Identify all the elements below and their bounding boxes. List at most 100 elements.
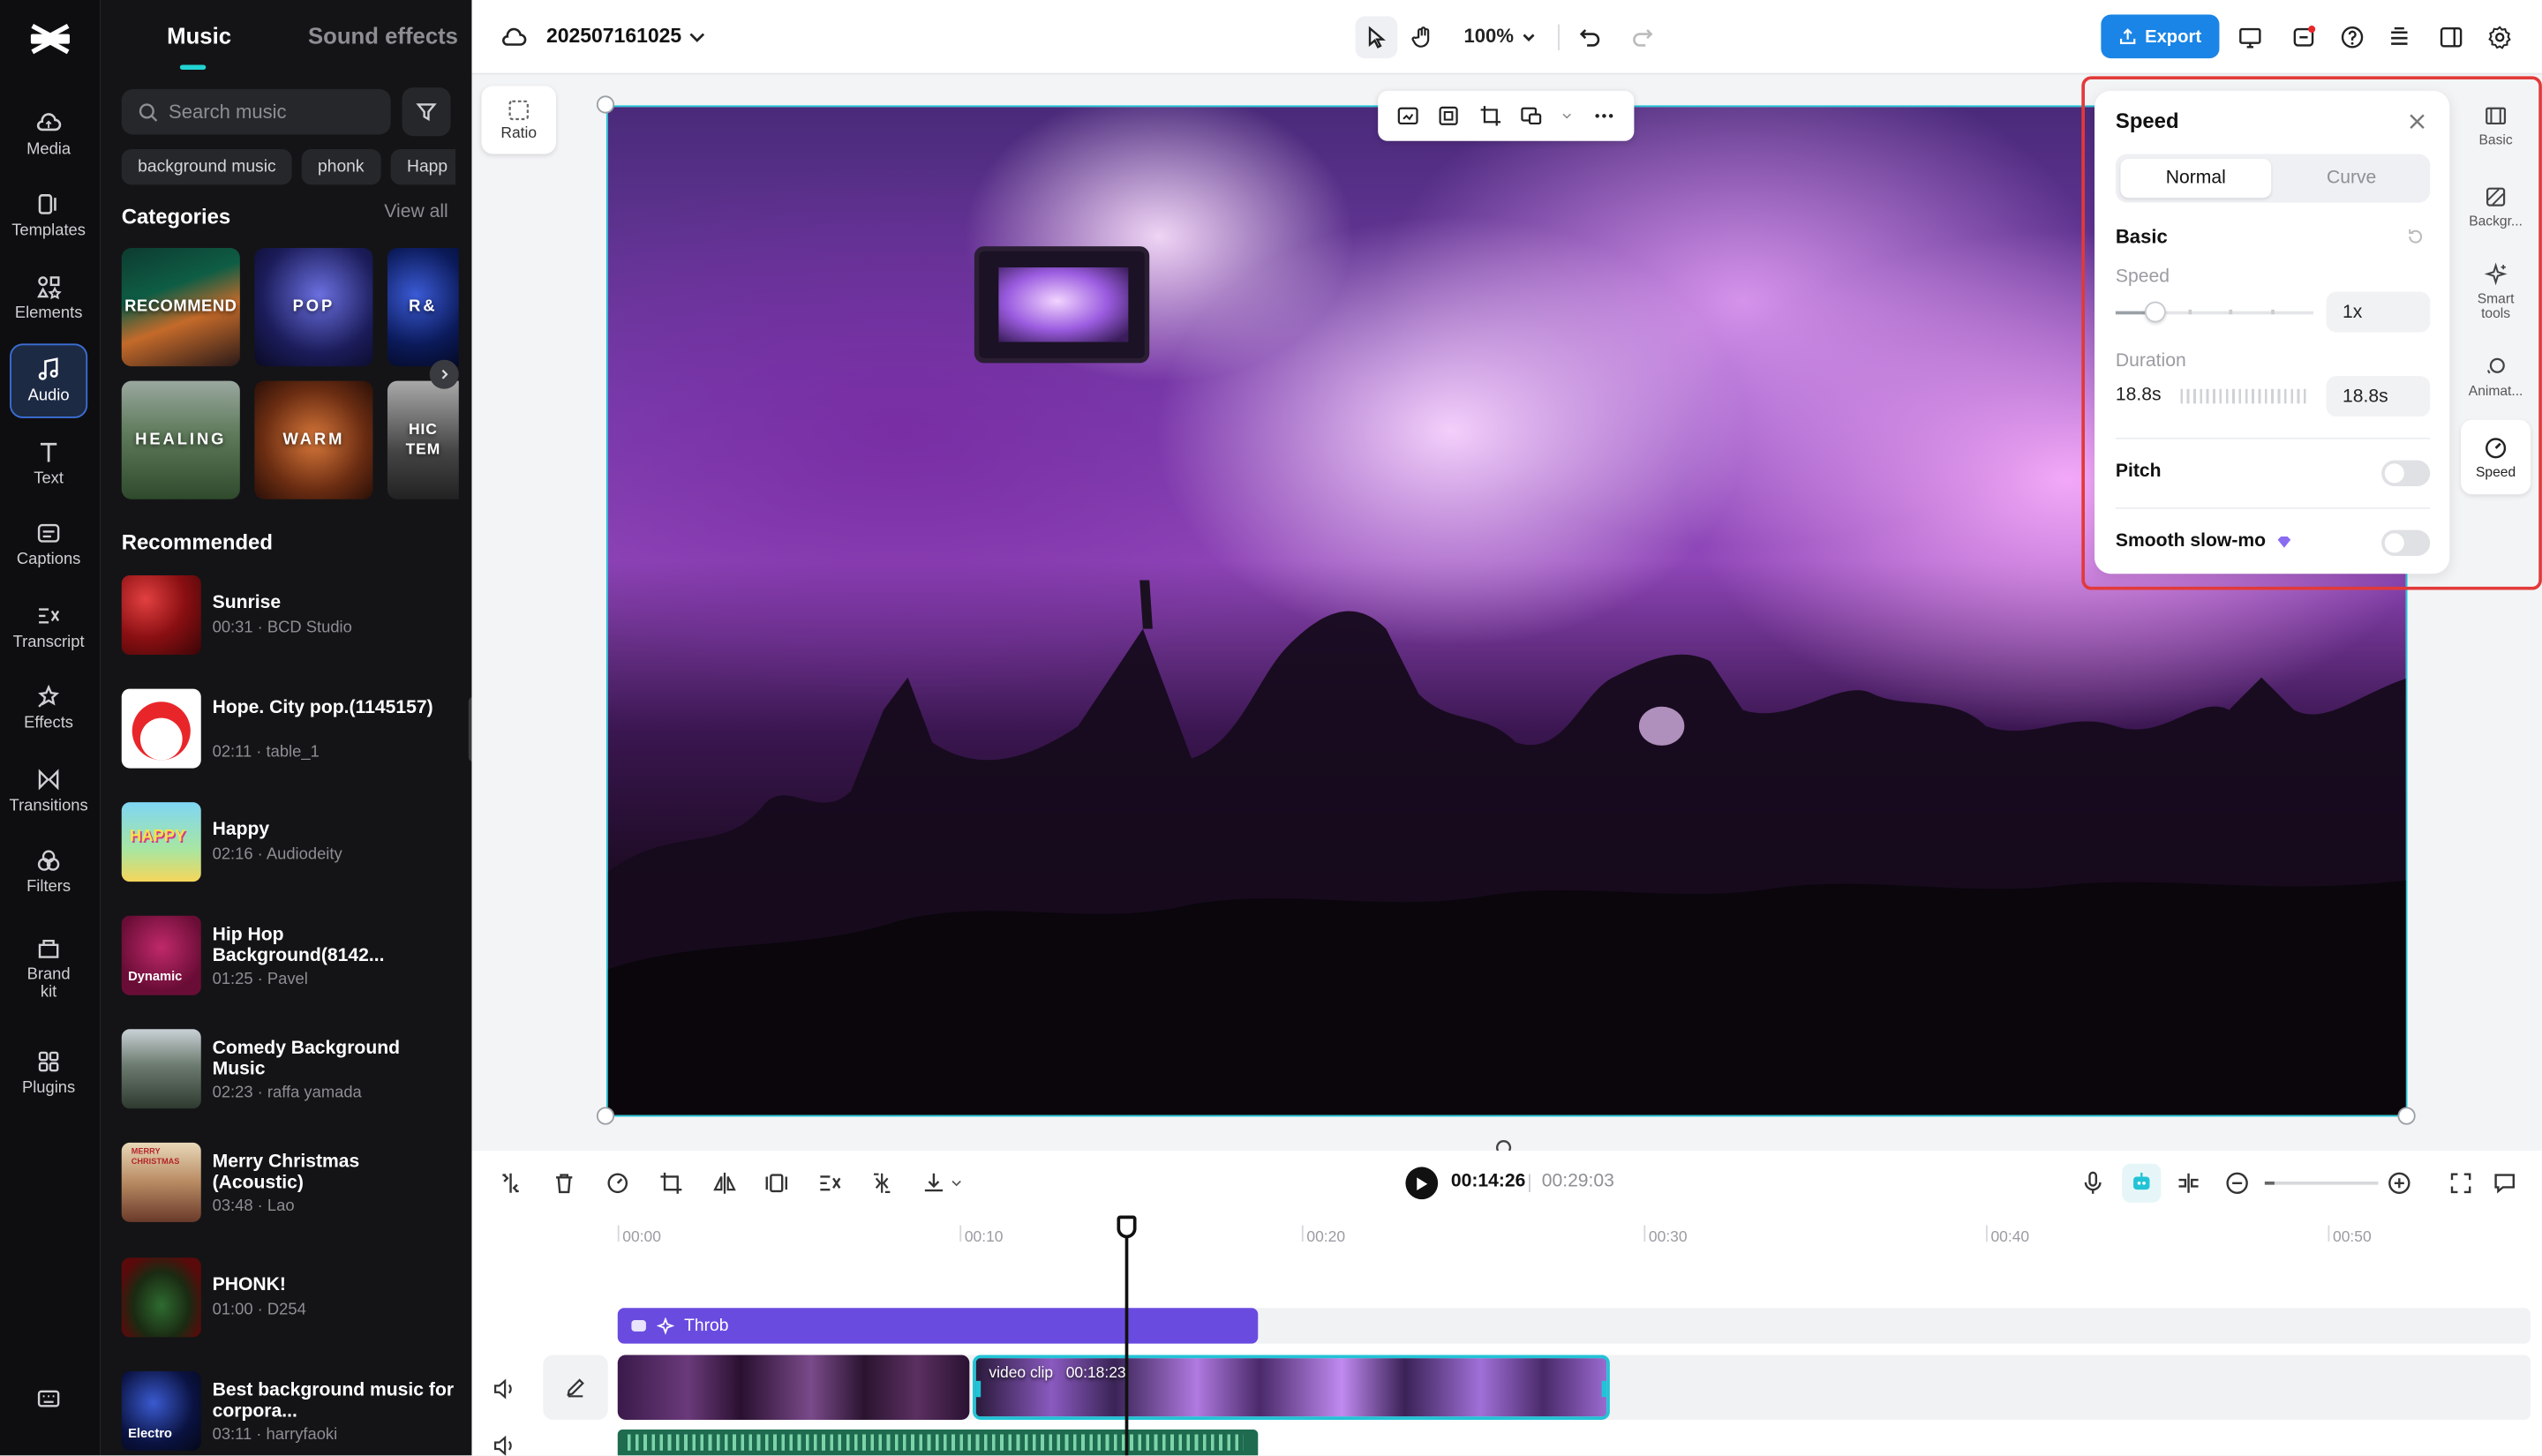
rail-item-plugins[interactable]: Plugins	[10, 1036, 87, 1110]
split-button[interactable]	[496, 1168, 525, 1197]
notifications-button[interactable]	[2288, 21, 2320, 54]
resize-handle-top-left[interactable]	[596, 95, 615, 114]
track-item[interactable]: HAPPY Happy 02:16 · Audiodeity	[121, 802, 463, 887]
hand-tool-button[interactable]	[1407, 21, 1440, 54]
fullscreen-button[interactable]	[2447, 1168, 2476, 1197]
track-volume-icon[interactable]	[492, 1376, 517, 1401]
slider-thumb[interactable]	[2144, 301, 2166, 323]
magnet-snap-button[interactable]	[2122, 1163, 2162, 1203]
tab-music[interactable]: Music	[167, 23, 231, 49]
chip-background-music[interactable]: background music	[121, 148, 293, 185]
zoom-in-button[interactable]	[2385, 1168, 2414, 1197]
microphone-button[interactable]	[2079, 1168, 2108, 1197]
rail-item-speed[interactable]: Speed	[2461, 419, 2531, 495]
resize-handle-bottom-right[interactable]	[2397, 1107, 2416, 1125]
zoom-level[interactable]: 100%	[1464, 25, 1514, 48]
category-high-tempo[interactable]: HIC TEM	[387, 380, 459, 499]
rail-item-animation[interactable]: Animat...	[2461, 339, 2531, 413]
more-icon[interactable]	[1591, 104, 1616, 129]
duration-value-input[interactable]: 18.8s	[2326, 376, 2431, 417]
rail-item-filters[interactable]: Filters	[10, 835, 87, 909]
filter-button[interactable]	[402, 87, 451, 137]
track-item[interactable]: Hope. City pop.(1145157) 02:11 · table_1	[121, 688, 463, 774]
zoom-chevron-icon[interactable]	[1513, 21, 1546, 54]
timeline-zoom-slider[interactable]	[2264, 1181, 2379, 1185]
rail-item-background[interactable]: Backgr...	[2461, 169, 2531, 243]
clip-trim-handle-left[interactable]	[975, 1380, 981, 1398]
tab-sound-effects[interactable]: Sound effects	[308, 23, 458, 49]
mode-normal[interactable]: Normal	[2120, 158, 2272, 199]
replace-icon[interactable]	[1396, 104, 1421, 129]
search-input[interactable]: Search music	[121, 89, 391, 135]
rail-item-effects[interactable]: Effects	[10, 671, 87, 745]
rail-item-transcript[interactable]: Transcript	[10, 590, 87, 664]
chip-happy[interactable]: Happ	[390, 148, 456, 185]
chip-phonk[interactable]: phonk	[301, 148, 380, 185]
redo-button[interactable]	[1626, 21, 1658, 54]
chevron-down-icon[interactable]	[1561, 104, 1576, 129]
crop-tool-button[interactable]	[657, 1168, 686, 1197]
export-button[interactable]: Export	[2101, 14, 2220, 59]
rail-item-elements[interactable]: Elements	[10, 261, 87, 335]
speed-slider[interactable]	[2115, 301, 2313, 325]
audio-track-volume-icon[interactable]	[492, 1433, 517, 1456]
download-chevron-icon[interactable]	[948, 1168, 964, 1197]
category-pop[interactable]: POP	[254, 248, 373, 367]
present-button[interactable]	[2234, 21, 2267, 54]
zoom-out-button[interactable]	[2222, 1168, 2252, 1197]
reset-button[interactable]	[2406, 227, 2425, 246]
playhead-handle[interactable]	[1117, 1215, 1137, 1239]
edit-track-button[interactable]	[543, 1355, 608, 1420]
delete-button[interactable]	[550, 1168, 579, 1197]
clip-trim-handle-right[interactable]	[1601, 1380, 1607, 1398]
effect-clip-throb[interactable]: Throb	[617, 1308, 1259, 1344]
rail-item-text[interactable]: Text	[10, 426, 87, 500]
capcut-logo[interactable]	[27, 19, 72, 58]
cloud-save-icon[interactable]	[498, 21, 530, 54]
rail-item-smart-tools[interactable]: Smart tools	[2461, 250, 2531, 334]
crop-icon[interactable]	[1478, 104, 1503, 129]
layout-toggle-button[interactable]	[2435, 21, 2468, 54]
speed-value-input[interactable]: 1x	[2326, 291, 2431, 333]
rail-item-brand-kit[interactable]: Brand kit	[10, 924, 87, 1011]
category-recommend[interactable]: RECOMMEND	[121, 248, 240, 367]
track-item[interactable]: Sunrise 00:31 · BCD Studio	[121, 575, 463, 660]
track-item[interactable]: Electro Best background music for corpor…	[121, 1370, 463, 1456]
view-all-link[interactable]: View all	[384, 203, 447, 222]
download-button[interactable]	[919, 1168, 948, 1197]
track-item[interactable]: MERRY CHRISTMAS Merry Christmas (Acousti…	[121, 1142, 463, 1227]
rail-item-basic[interactable]: Basic	[2461, 87, 2531, 161]
audio-clip[interactable]	[617, 1429, 1259, 1456]
transcript-tool-button[interactable]	[816, 1168, 845, 1197]
video-clip-1[interactable]	[617, 1355, 970, 1420]
speed-tool-button[interactable]	[603, 1168, 632, 1197]
video-clip-selected[interactable]: video clip 00:18:23	[973, 1355, 1610, 1420]
track-item[interactable]: PHONK! 01:00 · D254	[121, 1257, 463, 1342]
settings-button[interactable]	[2484, 21, 2516, 54]
play-button[interactable]	[1405, 1167, 1439, 1200]
smooth-slow-mo-toggle[interactable]	[2381, 529, 2431, 556]
rail-item-captions[interactable]: Captions	[10, 507, 87, 582]
ratio-button[interactable]: Ratio	[481, 86, 556, 154]
flip-button[interactable]	[710, 1168, 739, 1197]
pitch-toggle[interactable]	[2381, 460, 2431, 487]
rail-item-media[interactable]: Media	[10, 97, 87, 171]
category-warm[interactable]: WARM	[254, 380, 373, 499]
fit-icon[interactable]	[1437, 104, 1462, 129]
resize-handle-bottom-left[interactable]	[596, 1107, 615, 1125]
help-button[interactable]	[2336, 21, 2369, 54]
category-healing[interactable]: HEALING	[121, 380, 240, 499]
playhead-line[interactable]	[1124, 1215, 1129, 1456]
mode-curve[interactable]: Curve	[2276, 159, 2427, 198]
split-screen-button[interactable]	[2174, 1168, 2203, 1197]
layers-button[interactable]	[2383, 21, 2416, 54]
duration-scrubber[interactable]	[2180, 388, 2311, 404]
mask-icon[interactable]	[1519, 104, 1544, 129]
keyboard-shortcuts-button[interactable]	[10, 1375, 87, 1423]
feedback-button[interactable]	[2490, 1168, 2519, 1197]
trim-button[interactable]	[868, 1168, 897, 1197]
rail-item-transitions[interactable]: Transitions	[10, 754, 88, 828]
freeze-button[interactable]	[762, 1168, 791, 1197]
project-name[interactable]: 202507161025	[546, 25, 681, 48]
track-item[interactable]: Dynamic Hip Hop Background(8142... 01:25…	[121, 915, 463, 1001]
